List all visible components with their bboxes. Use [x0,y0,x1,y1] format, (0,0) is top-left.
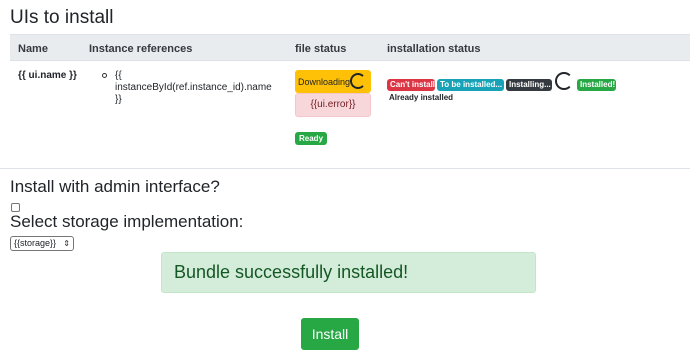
divider [0,168,690,169]
downloading-label: Downloading [298,77,351,87]
storage-heading: Select storage implementation: [10,212,244,231]
table-row: {{ ui.name }} {{ instanceById(ref.instan… [10,62,690,162]
select-arrows-icon: ⇕ [63,239,70,248]
page-title: UIs to install [10,7,114,28]
admin-interface-checkbox[interactable] [11,203,20,212]
error-alert: {{ui.error}} [295,93,371,117]
storage-select[interactable]: {{storage}} ⇕ [10,236,74,251]
spinner-icon [555,72,573,90]
table-header: Name Instance references file status ins… [10,34,690,61]
instance-reference-item: {{ instanceById(ref.instance_id).name }} [115,70,272,105]
installing-badge: Installing... [506,79,552,91]
header-instance-references: Instance references [89,43,193,55]
admin-interface-heading: Install with admin interface? [10,177,220,196]
header-file-status: file status [295,43,347,55]
already-installed-label: Already installed [389,93,454,102]
page: UIs to install Name Instance references … [0,0,690,364]
installed-badge: Installed! [577,79,616,91]
cant-install-badge: Can't install [387,79,435,91]
downloading-badge: Downloading [295,70,371,93]
header-name: Name [18,43,48,55]
header-installation-status: installation status [387,43,481,55]
spinner-icon [350,73,366,89]
list-bullet-icon [102,73,107,78]
ready-badge: Ready [295,132,328,145]
to-be-installed-badge: To be installed... [437,79,504,91]
installation-status-cell: Can't install To be installed... Install… [387,72,687,112]
ui-name-cell: {{ ui.name }} [18,70,77,81]
install-button[interactable]: Install [301,318,359,350]
storage-select-value: {{storage}} [14,238,57,248]
success-alert: Bundle successfully installed! [161,252,536,293]
